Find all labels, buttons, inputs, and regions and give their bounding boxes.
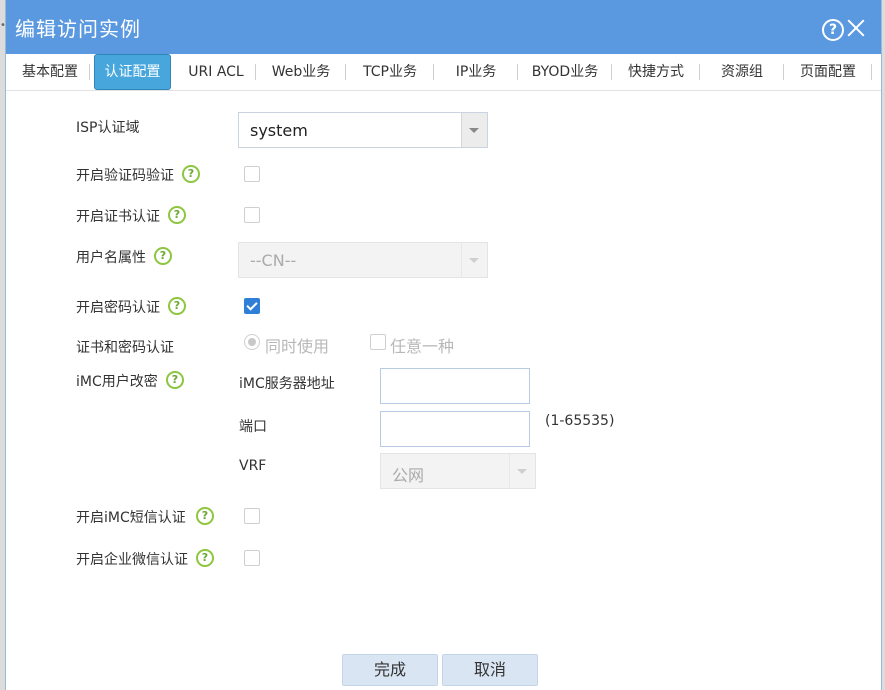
help-icon[interactable]: ? xyxy=(822,19,844,41)
port-range-hint: (1-65535) xyxy=(545,413,615,429)
imc-sms-checkbox[interactable] xyxy=(244,508,260,524)
isp-domain-select[interactable]: system xyxy=(238,112,488,148)
captcha-checkbox[interactable] xyxy=(244,166,260,182)
question-circle-icon[interactable]: ? xyxy=(154,247,172,265)
tab-label: Web业务 xyxy=(271,64,331,80)
question-circle-icon[interactable]: ? xyxy=(166,371,184,389)
tab-bar: 基本配置 认证配置 URI ACL Web业务 TCP业务 IP业务 BYOD业… xyxy=(6,54,881,91)
radio-either-label: 任意一种 xyxy=(390,337,455,356)
radio-either xyxy=(370,334,386,350)
tab-label: TCP业务 xyxy=(363,64,417,80)
question-circle-icon[interactable]: ? xyxy=(168,297,186,315)
edit-access-instance-dialog: 编辑访问实例 ? 基本配置 认证配置 URI ACL Web业务 TCP业务 I… xyxy=(5,0,882,690)
radio-both-label: 同时使用 xyxy=(265,337,330,356)
chevron-down-icon xyxy=(461,243,487,277)
cert-auth-checkbox[interactable] xyxy=(244,207,260,223)
radio-both xyxy=(244,334,260,350)
captcha-label: 开启验证码验证 xyxy=(76,168,174,184)
cert-auth-label: 开启证书认证 xyxy=(76,209,160,225)
tab-resource-group[interactable]: 资源组 xyxy=(700,54,784,90)
question-circle-icon[interactable]: ? xyxy=(168,206,186,224)
imc-sms-label: 开启iMC短信认证 xyxy=(76,510,186,526)
tab-byod-service[interactable]: BYOD业务 xyxy=(518,54,612,90)
port-input[interactable] xyxy=(380,411,530,447)
imc-server-input[interactable] xyxy=(380,368,530,404)
tab-ip-service[interactable]: IP业务 xyxy=(434,54,518,90)
tab-label: 基本配置 xyxy=(22,64,78,80)
port-label: 端口 xyxy=(239,419,267,435)
finish-button[interactable]: 完成 xyxy=(342,654,438,686)
dialog-title: 编辑访问实例 xyxy=(15,17,141,41)
tab-label: IP业务 xyxy=(455,64,497,80)
tab-label: 页面配置 xyxy=(800,64,856,80)
tab-label: URI ACL xyxy=(188,64,244,80)
tab-uri-acl[interactable]: URI ACL xyxy=(176,54,256,90)
tab-page-config[interactable]: 页面配置 xyxy=(784,54,872,90)
question-circle-icon[interactable]: ? xyxy=(196,507,214,525)
wechat-auth-checkbox[interactable] xyxy=(244,550,260,566)
question-circle-icon[interactable]: ? xyxy=(196,549,214,567)
tab-label: 资源组 xyxy=(721,64,763,80)
password-auth-label: 开启密码认证 xyxy=(76,300,160,316)
tab-label: 快捷方式 xyxy=(628,64,684,80)
tab-tcp-service[interactable]: TCP业务 xyxy=(346,54,434,90)
cert-password-label: 证书和密码认证 xyxy=(76,340,174,356)
username-attr-label: 用户名属性 xyxy=(76,250,146,266)
question-circle-icon[interactable]: ? xyxy=(182,165,200,183)
tab-basic-config[interactable]: 基本配置 xyxy=(10,54,90,90)
vrf-label: VRF xyxy=(239,458,267,474)
password-auth-checkbox[interactable] xyxy=(244,298,260,314)
tab-web-service[interactable]: Web业务 xyxy=(256,54,346,90)
isp-domain-label: ISP认证域 xyxy=(76,120,140,136)
isp-domain-value: system xyxy=(250,121,308,140)
chevron-down-icon xyxy=(509,454,535,488)
chevron-down-icon[interactable] xyxy=(461,113,487,147)
tab-shortcuts[interactable]: 快捷方式 xyxy=(612,54,700,90)
tab-label: 认证配置 xyxy=(104,64,161,80)
vrf-value: 公网 xyxy=(392,466,425,485)
tab-label: BYOD业务 xyxy=(531,64,599,80)
tab-auth-config[interactable]: 认证配置 xyxy=(94,54,171,90)
username-attr-value: --CN-- xyxy=(250,251,297,270)
dialog-titlebar: 编辑访问实例 ? xyxy=(6,0,881,54)
imc-change-pwd-label: iMC用户改密 xyxy=(76,374,158,390)
username-attr-select: --CN-- xyxy=(238,242,488,278)
cancel-button[interactable]: 取消 xyxy=(442,654,538,686)
imc-server-label: iMC服务器地址 xyxy=(239,376,335,392)
vrf-select: 公网 xyxy=(380,453,536,489)
close-icon[interactable] xyxy=(846,17,866,37)
wechat-auth-label: 开启企业微信认证 xyxy=(76,552,188,568)
